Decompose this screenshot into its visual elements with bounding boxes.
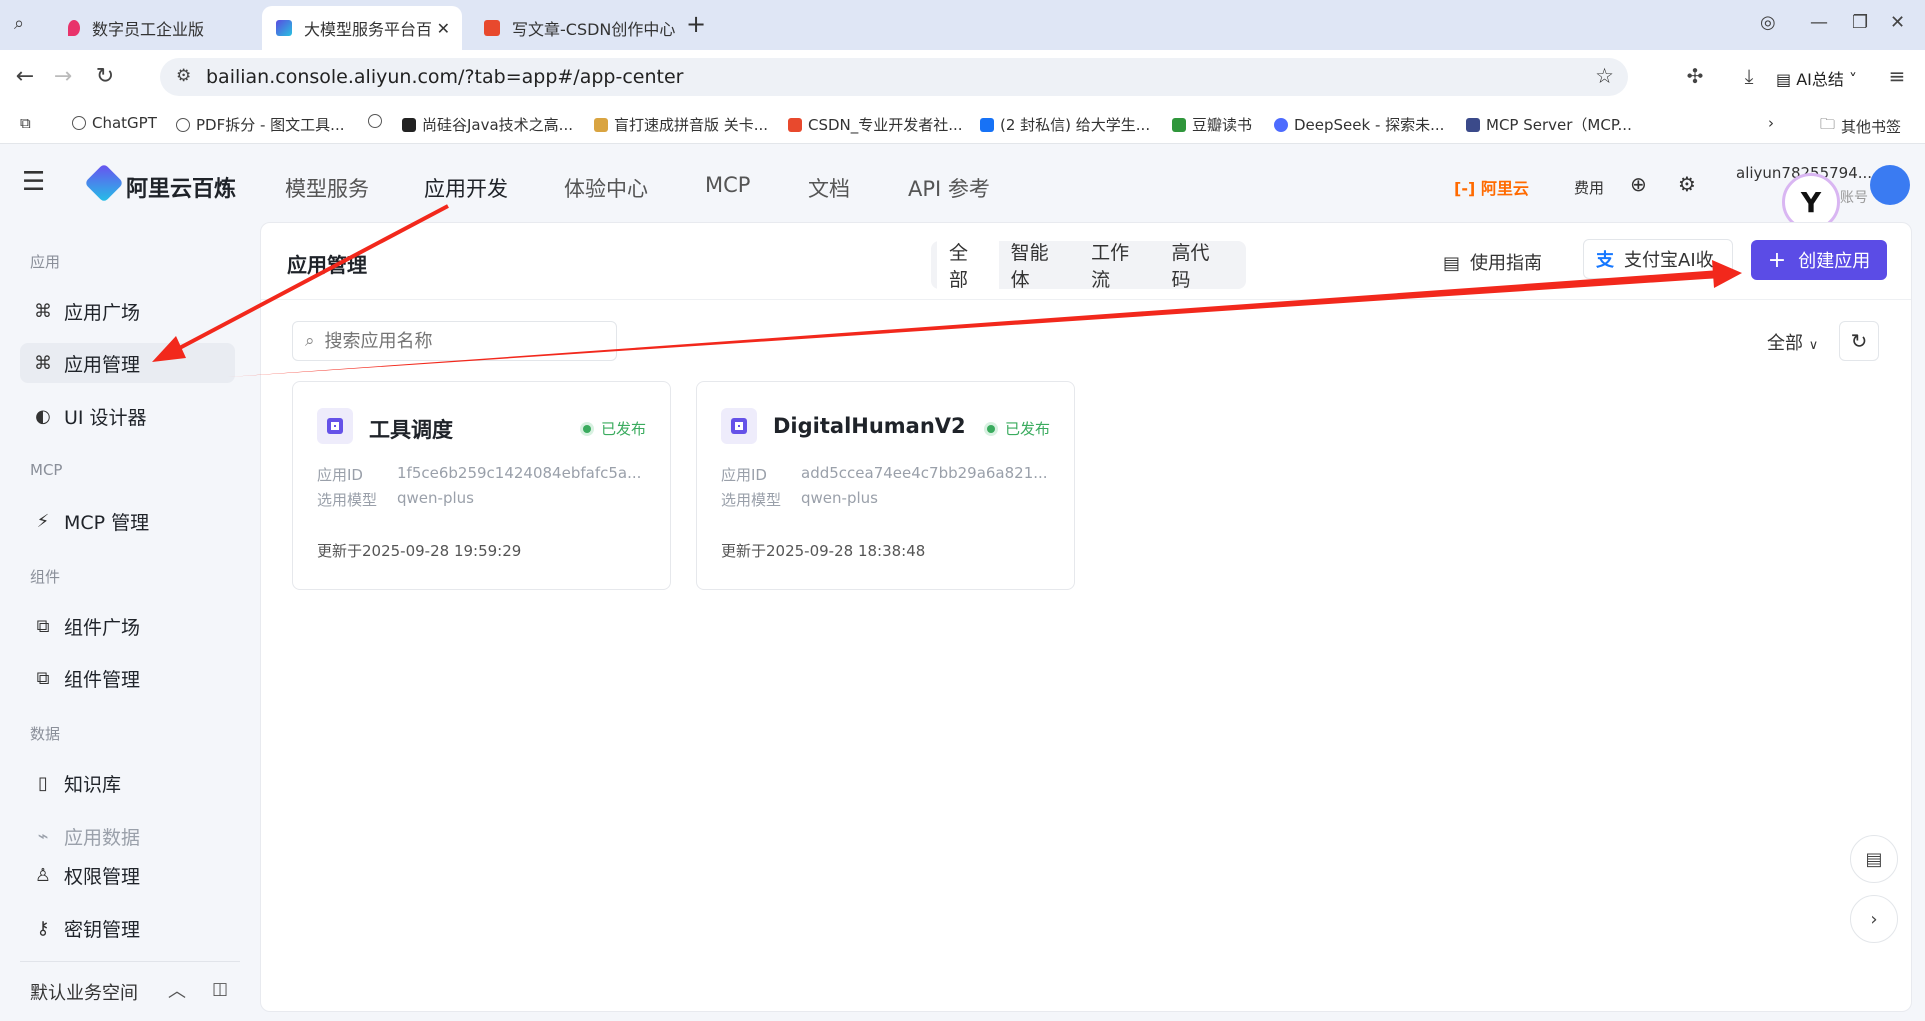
- arrow-to-create-button: [228, 260, 1742, 377]
- annotation-arrows: [152, 204, 1742, 377]
- arrow-to-app-manage: [152, 204, 449, 362]
